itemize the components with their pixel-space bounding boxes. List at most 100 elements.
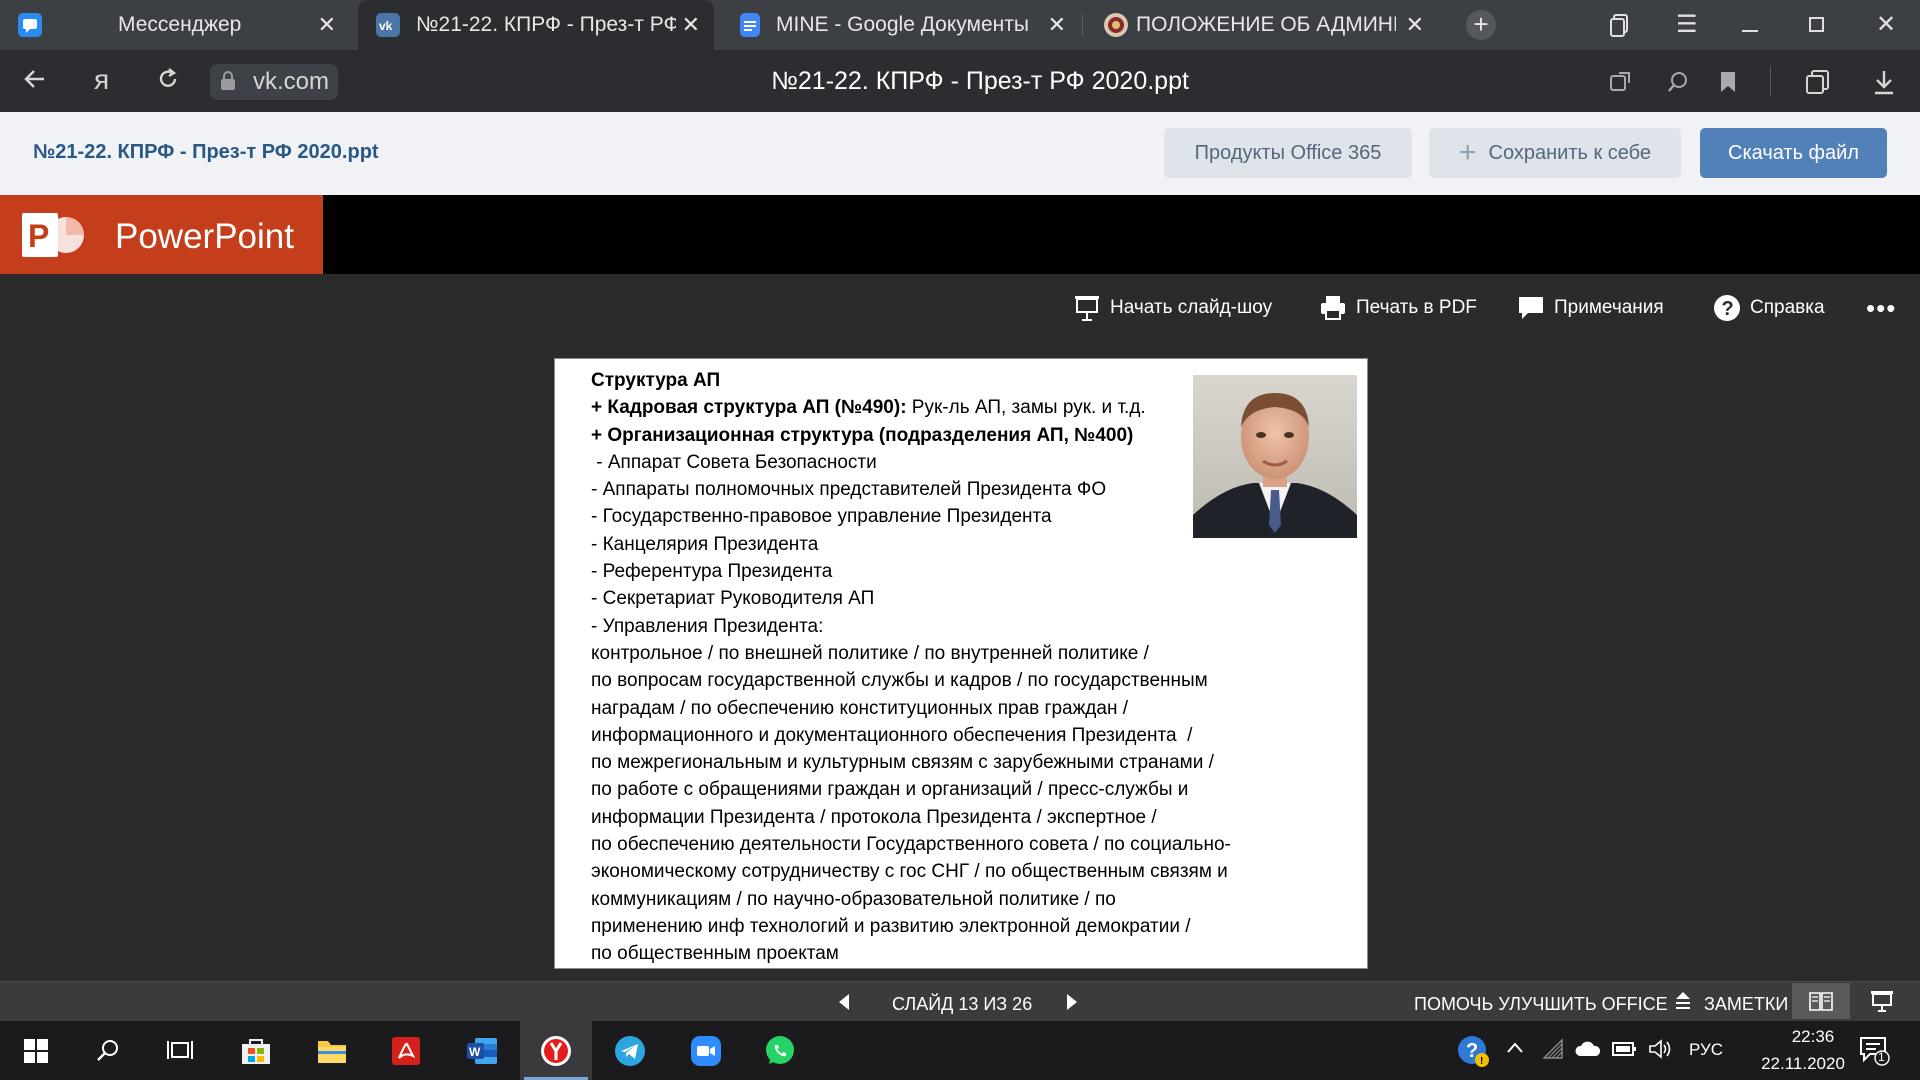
search-icon[interactable] [72, 1021, 144, 1080]
svg-text:vk: vk [379, 19, 393, 33]
slide-line: экономическому сотрудничеству с гос СНГ … [591, 861, 1228, 883]
portrait-photo [1193, 375, 1357, 538]
slide-line: - Референтура Президента [591, 561, 833, 583]
projector-icon [1072, 293, 1102, 323]
new-tab-button[interactable]: + [1466, 10, 1496, 40]
more-options-icon[interactable]: ••• [1866, 291, 1896, 325]
task-view-icon[interactable] [144, 1021, 216, 1080]
slide-counter: СЛАЙД 13 ИЗ 26 [892, 994, 1033, 1014]
slide-line: по вопросам государственной службы и кад… [591, 670, 1208, 692]
restore-button[interactable] [1809, 17, 1824, 32]
notes-toggle[interactable]: ЗАМЕТКИ [1704, 994, 1788, 1015]
slideshow-view-button[interactable] [1870, 990, 1894, 1017]
help-improve-office-link[interactable]: ПОМОЧЬ УЛУЧШИТЬ OFFICE [1414, 994, 1668, 1015]
download-file-button[interactable]: Скачать файл [1700, 128, 1887, 178]
tool-label: Справка [1750, 297, 1825, 318]
tabs-manager-icon[interactable] [1608, 12, 1632, 43]
download-icon[interactable] [1872, 68, 1896, 101]
tab-title: №21-22. КПРФ - През-т РФ 2020.ppt [416, 13, 676, 36]
emblem-icon [1104, 13, 1128, 37]
help-tray-icon[interactable]: ?! [1456, 1034, 1490, 1073]
back-arrow-icon[interactable] [22, 66, 48, 99]
print-pdf-button[interactable]: Печать в PDF [1318, 291, 1477, 325]
plus-icon: + [1458, 136, 1477, 169]
slide-line: по работе с обращениями граждан и органи… [591, 779, 1189, 801]
slide-line: коммуникациям / по научно-образовательно… [591, 888, 1116, 910]
powerpoint-logo-icon: P [20, 207, 84, 263]
tab-separator [1082, 14, 1083, 36]
notifications-icon[interactable]: 1 [1858, 1034, 1890, 1071]
store-icon[interactable] [220, 1021, 292, 1080]
slide-line: по межрегиональным и культурным связям с… [591, 752, 1214, 774]
language-indicator[interactable]: РУС [1689, 1040, 1723, 1060]
button-label: Продукты Office 365 [1194, 141, 1382, 164]
divider [1770, 66, 1771, 96]
messenger-icon [18, 13, 42, 37]
help-button[interactable]: ? Справка [1712, 291, 1825, 325]
comment-icon [1516, 293, 1546, 323]
start-slideshow-button[interactable]: Начать слайд-шоу [1072, 291, 1272, 325]
telegram-icon[interactable] [594, 1021, 666, 1080]
zoom-icon[interactable] [1666, 70, 1690, 99]
share-icon[interactable] [1608, 70, 1632, 99]
tab-title: Мессенджер [118, 13, 242, 36]
tab-google-docs[interactable]: MINE - Google Документы ✕ [724, 0, 1080, 50]
volume-icon[interactable] [1648, 1039, 1672, 1064]
question-icon: ? [1712, 293, 1742, 323]
slide-canvas: Структура АП + Кадровая структура АП (№4… [554, 358, 1368, 969]
svg-text:P: P [28, 218, 49, 254]
close-icon[interactable]: ✕ [1406, 12, 1424, 38]
app-name: PowerPoint [115, 217, 294, 256]
reload-icon[interactable] [155, 66, 181, 99]
menu-icon[interactable]: ☰ [1676, 10, 1698, 39]
button-label: Скачать файл [1728, 141, 1859, 164]
close-icon[interactable]: ✕ [682, 12, 700, 38]
battery-icon[interactable] [1612, 1039, 1638, 1064]
bookmark-icon[interactable] [1718, 70, 1738, 99]
slide-line: наградам / по обеспечению конституционны… [591, 697, 1129, 719]
acrobat-icon[interactable] [370, 1021, 442, 1080]
save-to-profile-button[interactable]: + Сохранить к себе [1429, 128, 1681, 178]
slide-line: - Управления Президента: [591, 615, 824, 637]
word-icon[interactable]: W [446, 1021, 518, 1080]
reading-view-button[interactable] [1792, 983, 1850, 1019]
zoom-app-icon[interactable] [670, 1021, 742, 1080]
start-button[interactable] [0, 1021, 72, 1080]
button-label: Сохранить к себе [1488, 141, 1652, 164]
tab-messenger[interactable]: Мессенджер ✕ [0, 0, 350, 50]
notes-arrow-icon [1674, 990, 1692, 1017]
previous-slide-button[interactable] [838, 993, 850, 1016]
svg-text:?: ? [1722, 298, 1734, 320]
tab-polozhenie[interactable]: ПОЛОЖЕНИЕ ОБ АДМИНИСТРАЦИИ ✕ [1086, 0, 1438, 50]
slide-line: по обеспечению деятельности Государствен… [591, 834, 1231, 856]
notes-button[interactable]: Примечания [1516, 291, 1664, 325]
tab-title: ПОЛОЖЕНИЕ ОБ АДМИНИСТРАЦИИ [1136, 13, 1396, 36]
whatsapp-icon[interactable] [744, 1021, 816, 1080]
clock-date[interactable]: 22.11.2020 [1743, 1054, 1863, 1074]
tab-vk-document[interactable]: vk №21-22. КПРФ - През-т РФ 2020.ppt ✕ [358, 0, 714, 50]
chevron-up-icon[interactable] [1506, 1038, 1524, 1064]
close-window-button[interactable]: ✕ [1876, 10, 1896, 39]
close-icon[interactable]: ✕ [1048, 12, 1066, 38]
clock-time[interactable]: 22:36 [1765, 1027, 1861, 1047]
wifi-icon[interactable] [1542, 1038, 1564, 1065]
yandex-browser-icon[interactable] [520, 1021, 592, 1080]
notification-count: 1 [1878, 1050, 1885, 1064]
file-explorer-icon[interactable] [296, 1021, 368, 1080]
close-icon[interactable]: ✕ [318, 12, 336, 38]
next-slide-button[interactable] [1066, 993, 1078, 1016]
tool-label: Начать слайд-шоу [1110, 297, 1273, 318]
tab-title: MINE - Google Документы [776, 13, 1029, 36]
document-name: №21-22. КПРФ - През-т РФ 2020.ppt [33, 141, 379, 163]
url-text: vk.com [253, 68, 330, 95]
slide-line: - Секретариат Руководителя АП [591, 588, 875, 610]
tool-label: Примечания [1554, 297, 1664, 318]
office-products-button[interactable]: Продукты Office 365 [1164, 128, 1412, 178]
yandex-logo-icon[interactable]: я [94, 64, 109, 96]
tool-label: Печать в PDF [1356, 297, 1477, 318]
collections-icon[interactable] [1804, 68, 1832, 101]
onedrive-icon[interactable] [1574, 1040, 1602, 1063]
google-docs-icon [740, 13, 760, 37]
svg-text:!: ! [1480, 1056, 1483, 1067]
minimize-button[interactable] [1742, 30, 1758, 32]
